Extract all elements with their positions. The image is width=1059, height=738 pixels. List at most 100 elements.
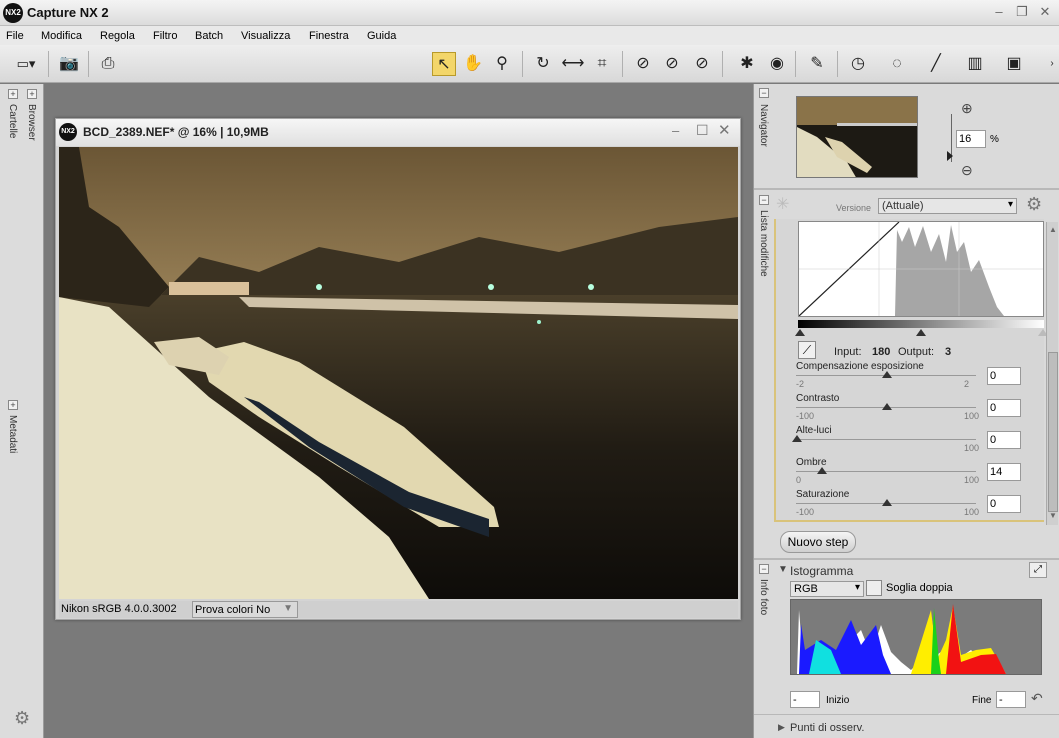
toolbar-chevron-icon[interactable]: › (1040, 52, 1059, 76)
zoom-out-icon[interactable]: ⊖ (961, 162, 973, 179)
curve-graph[interactable] (798, 221, 1044, 317)
black-point-icon[interactable]: ⊘ (631, 52, 655, 76)
zoom-in-icon[interactable]: ⊕ (961, 100, 973, 117)
slider-label: Contrasto (796, 393, 840, 404)
title-bar: NX2 Capture NX 2 ‒ ❐ ✕ (0, 0, 1059, 26)
start-field[interactable]: - (790, 691, 820, 708)
dropdown-arrow-icon: ▾ (1007, 199, 1013, 210)
menu-guida[interactable]: Guida (367, 30, 396, 42)
menu-visualizza[interactable]: Visualizza (241, 30, 290, 42)
minimize-icon[interactable]: ‒ (990, 4, 1008, 20)
gear-icon[interactable]: ⚙ (14, 708, 30, 729)
collapse-icon[interactable]: − (759, 195, 769, 205)
layout-icon[interactable]: ▭▾ (14, 52, 38, 76)
neutral-point-icon[interactable]: ⊘ (660, 52, 684, 76)
collapse-icon[interactable]: − (759, 88, 769, 98)
scroll-down-icon[interactable]: ▼ (1049, 511, 1057, 520)
slider-thumb[interactable] (817, 467, 828, 474)
watch-points-label[interactable]: Punti di osserv. (790, 722, 864, 734)
slider-value-field[interactable]: 0 (987, 399, 1021, 417)
close-icon[interactable]: ✕ (1036, 4, 1054, 20)
menu-filtro[interactable]: Filtro (153, 30, 177, 42)
scroll-thumb[interactable] (1048, 352, 1058, 512)
zoom-unit: % (990, 134, 999, 145)
zoom-field[interactable]: 16 (956, 130, 986, 148)
hand-icon[interactable]: ✋ (461, 52, 485, 76)
slider-max: 100 (964, 507, 980, 517)
tab-lista-modifiche[interactable]: Lista modifiche (758, 210, 769, 277)
white-point-icon[interactable]: ⊘ (690, 52, 714, 76)
straighten-icon[interactable]: ⟷ (561, 52, 585, 76)
soft-proof-dropdown[interactable]: Prova colori No ▼ (192, 601, 298, 618)
selection-brush-icon[interactable]: ╱ (924, 52, 948, 76)
menu-modifica[interactable]: Modifica (41, 30, 82, 42)
menu-batch[interactable]: Batch (195, 30, 223, 42)
slider-min: -100 (796, 507, 815, 517)
close-icon[interactable]: ✕ (718, 121, 731, 139)
new-step-button[interactable]: Nuovo step (780, 531, 856, 553)
black-point-thumb[interactable] (795, 329, 805, 336)
maximize-icon[interactable]: ☐ (696, 122, 709, 139)
dual-threshold-checkbox[interactable] (866, 580, 882, 596)
zoom-icon[interactable]: ⚲ (490, 52, 514, 76)
lasso-icon[interactable]: ◌ (885, 52, 909, 76)
slider-thumb[interactable] (882, 499, 892, 506)
slider-value-field[interactable]: 0 (987, 367, 1021, 385)
retouch-brush-icon[interactable]: ✎ (805, 52, 829, 76)
scroll-up-icon[interactable]: ▲ (1049, 225, 1057, 234)
zoom-slider-thumb[interactable] (947, 151, 953, 161)
version-dropdown[interactable]: (Attuale) ▾ (878, 198, 1017, 214)
curve-tool-icon[interactable]: ⟋ (798, 341, 816, 359)
edit-list-scrollbar[interactable]: ▲ ▼ (1046, 222, 1058, 525)
menu-file[interactable]: File (6, 30, 24, 42)
photo-canvas[interactable] (59, 147, 738, 599)
print-icon[interactable]: ⎙ (96, 52, 120, 76)
gradient-icon[interactable]: ▥ (963, 52, 987, 76)
channel-dropdown[interactable]: RGB ▾ (790, 581, 864, 597)
tab-browser[interactable]: Browser (26, 104, 37, 141)
menu-finestra[interactable]: Finestra (309, 30, 349, 42)
rotate-icon[interactable]: ↻ (531, 52, 555, 76)
crop-icon[interactable]: ⌗ (590, 52, 614, 76)
expand-icon[interactable]: + (8, 400, 18, 410)
menu-regola[interactable]: Regola (100, 30, 135, 42)
menu-bar: File Modifica Regola Filtro Batch Visual… (0, 26, 1059, 45)
fill-icon[interactable]: ▣ (1002, 52, 1026, 76)
slider-value-field[interactable]: 0 (987, 431, 1021, 449)
navigator-thumbnail[interactable] (796, 96, 918, 178)
right-panel: − Navigator ⊕ 16 % ⊖ − Lista modifiche ✳… (753, 84, 1059, 738)
sparkle-icon: ✳ (776, 196, 790, 213)
slider-min: 0 (796, 475, 802, 485)
settings-gear-icon[interactable]: ⚙ (1026, 194, 1042, 215)
nx-logo-icon: NX2 (59, 123, 77, 141)
expand-icon[interactable]: + (8, 89, 18, 99)
restore-icon[interactable]: ❐ (1013, 4, 1031, 20)
tab-info-foto[interactable]: Info foto (758, 579, 769, 615)
pointer-icon[interactable]: ↖ (432, 52, 456, 76)
collapse-icon[interactable]: − (759, 564, 769, 574)
mid-point-thumb[interactable] (916, 329, 926, 336)
expand-triangle-icon[interactable]: ▼ (778, 564, 788, 575)
end-field[interactable]: - (996, 691, 1026, 708)
slider-thumb[interactable] (882, 371, 892, 378)
expand-icon[interactable]: + (27, 89, 37, 99)
slider-row: Alte-luci 100 0 (776, 425, 1046, 457)
rgb-histogram[interactable] (790, 599, 1042, 675)
control-point-icon[interactable]: ◷ (846, 52, 870, 76)
slider-thumb[interactable] (792, 435, 802, 442)
slider-thumb[interactable] (882, 403, 892, 410)
tab-metadati[interactable]: Metadati (7, 415, 18, 453)
dual-threshold-label: Soglia doppia (886, 582, 953, 594)
tab-cartelle[interactable]: Cartelle (7, 104, 18, 138)
reset-icon[interactable]: ↶ (1031, 690, 1043, 707)
slider-max: 100 (964, 475, 980, 485)
slider-value-field[interactable]: 14 (987, 463, 1021, 481)
histogram-picker-icon[interactable]: ⤢ (1029, 562, 1047, 578)
slider-track[interactable] (796, 439, 976, 440)
expand-triangle-icon[interactable]: ▶ (778, 722, 785, 733)
minimize-icon[interactable]: ‒ (672, 123, 679, 138)
eye-icon[interactable]: ◉ (765, 52, 789, 76)
tab-navigator[interactable]: Navigator (758, 104, 769, 147)
red-eye-icon[interactable]: ✱ (735, 52, 759, 76)
slider-value-field[interactable]: 0 (987, 495, 1021, 513)
